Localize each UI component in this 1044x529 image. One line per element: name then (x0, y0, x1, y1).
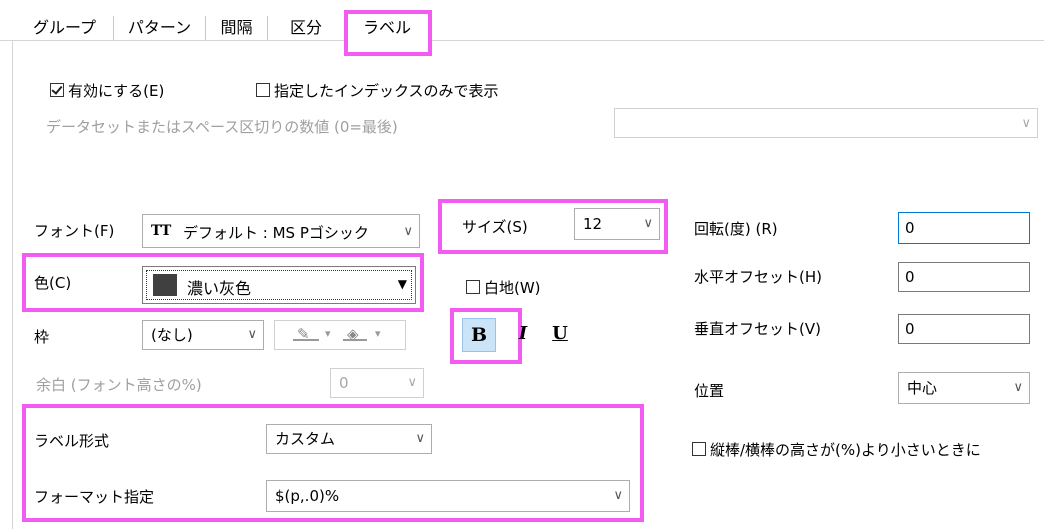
size-label: サイズ(S) (462, 218, 528, 236)
chevron-down-icon: ∨ (1013, 380, 1023, 395)
label-format-value: カスタム (275, 430, 336, 448)
color-combo[interactable]: 濃い灰色 ▼ (142, 266, 416, 304)
v-offset-label: 垂直オフセット(V) (694, 320, 821, 338)
bar-height-label: 縦棒/横棒の高さが(%)より小さいときに (710, 441, 981, 459)
tab-division[interactable]: 区分 (268, 16, 344, 40)
tab-label[interactable]: ラベル (346, 16, 428, 40)
chevron-down-icon: ∨ (1021, 116, 1031, 131)
white-bg-label: 白地(W) (484, 279, 541, 297)
index-only-label: 指定したインデックスのみで表示 (274, 82, 499, 100)
format-spec-combo[interactable]: $(p,.0)% ∨ (266, 480, 630, 512)
frame-combo[interactable]: (なし) ∨ (142, 320, 264, 350)
size-combo[interactable]: 12 ∨ (574, 208, 660, 240)
tab-spacing[interactable]: 間隔 (206, 16, 268, 40)
font-value: デフォルト : MS Pゴシック (183, 224, 369, 242)
position-label: 位置 (694, 382, 725, 400)
truetype-icon: TT (151, 223, 172, 239)
chevron-down-icon[interactable]: ▾ (375, 327, 381, 340)
bold-button[interactable]: B (462, 318, 496, 352)
bar-height-checkbox[interactable] (692, 442, 706, 456)
position-value: 中心 (907, 379, 938, 397)
chevron-down-icon: ∨ (401, 215, 413, 247)
size-value: 12 (583, 215, 603, 233)
white-bg-checkbox[interactable] (466, 280, 480, 294)
pen-color-bar (293, 339, 319, 341)
margin-value: 0 (339, 374, 349, 392)
enable-checkbox[interactable] (50, 83, 64, 97)
focus-rect (146, 270, 412, 300)
frame-label: 枠 (34, 328, 50, 346)
chevron-down-icon: ∨ (415, 431, 425, 446)
h-offset-label: 水平オフセット(H) (694, 268, 822, 286)
margin-label: 余白 (フォント高さの%) (36, 376, 202, 394)
chevron-down-icon: ∨ (643, 216, 653, 231)
chevron-down-icon: ∨ (407, 375, 417, 390)
v-offset-input[interactable]: 0 (898, 314, 1030, 344)
tab-pattern[interactable]: パターン (114, 16, 206, 40)
margin-combo[interactable]: 0 ∨ (330, 368, 424, 398)
rotation-label: 回転(度) (R) (694, 220, 778, 238)
caret-down-icon: ▼ (397, 277, 407, 291)
font-combo[interactable]: TT デフォルト : MS Pゴシック ∨ (142, 214, 420, 248)
format-spec-label: フォーマット指定 (34, 488, 155, 506)
index-only-checkbox[interactable] (256, 83, 270, 97)
line-fill-tools: ✎ ▾ ◈ ▾ (274, 320, 406, 350)
frame-value: (なし) (151, 326, 193, 344)
chevron-down-icon[interactable]: ▾ (325, 327, 331, 340)
rotation-input[interactable]: 0 (898, 212, 1030, 244)
format-spec-value: $(p,.0)% (275, 487, 340, 505)
tab-group[interactable]: グループ (16, 16, 114, 40)
position-combo[interactable]: 中心 ∨ (898, 372, 1030, 404)
font-label: フォント(F) (34, 222, 115, 240)
chevron-down-icon: ∨ (247, 327, 257, 342)
enable-label: 有効にする(E) (68, 82, 165, 100)
h-offset-input[interactable]: 0 (898, 262, 1030, 292)
color-swatch (153, 274, 177, 296)
italic-button[interactable]: I (512, 318, 534, 352)
dataset-combo[interactable]: ∨ (614, 108, 1038, 138)
dataset-hint: データセットまたはスペース区切りの数値 (0=最後) (46, 118, 398, 136)
chevron-down-icon: ∨ (613, 488, 623, 503)
underline-button[interactable]: U (546, 318, 574, 352)
color-label: 色(C) (34, 274, 72, 292)
label-format-combo[interactable]: カスタム ∨ (266, 424, 432, 454)
color-value: 濃い灰色 (187, 279, 252, 298)
fill-color-bar (343, 339, 367, 341)
label-format-label: ラベル形式 (34, 432, 110, 450)
